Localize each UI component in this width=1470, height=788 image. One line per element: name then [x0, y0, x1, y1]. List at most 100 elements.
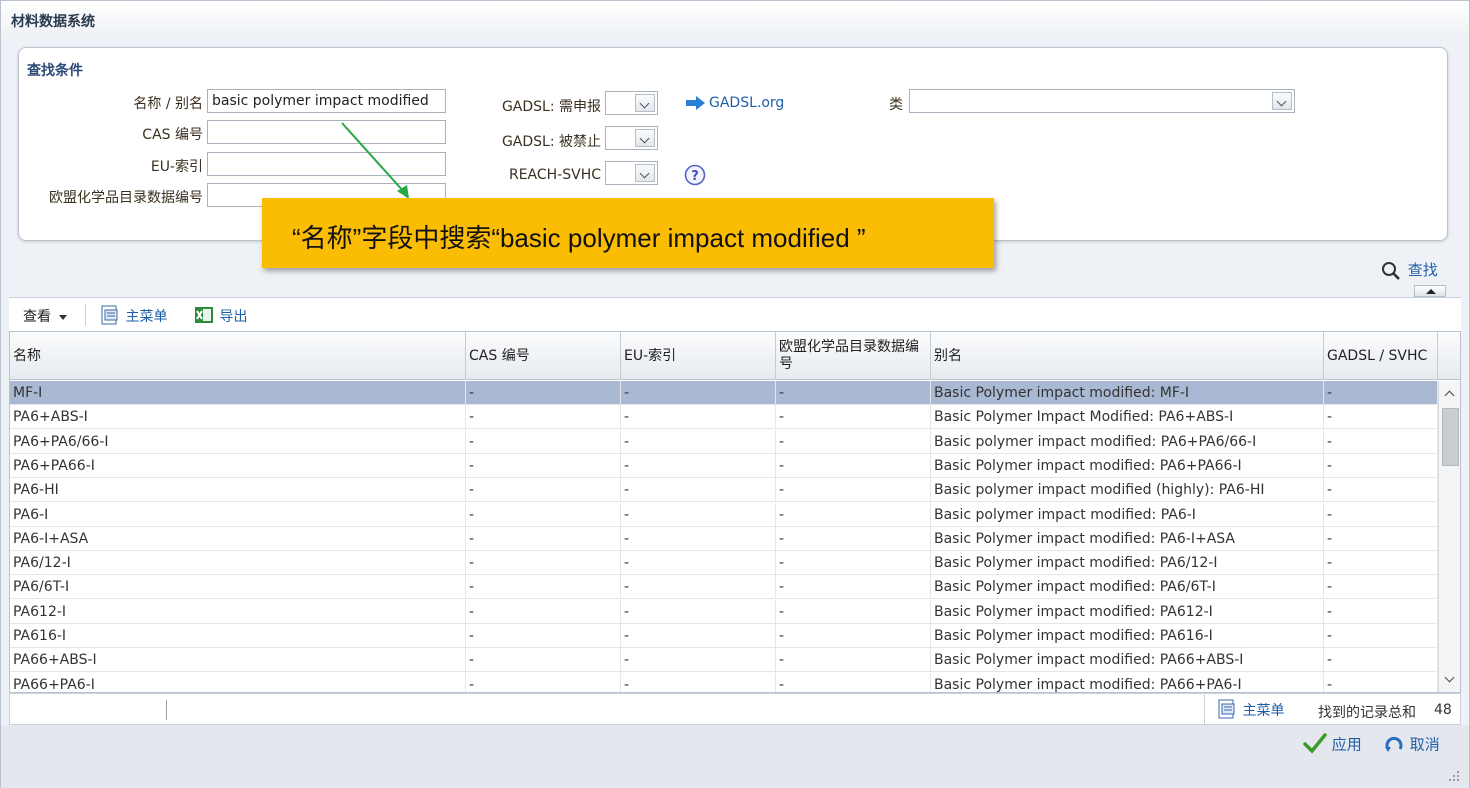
cell-cas: - — [466, 429, 621, 454]
records-found-label: 找到的记录总和 — [1318, 705, 1416, 721]
cell-cas: - — [466, 672, 621, 692]
table-row[interactable]: PA6/6T-I - - - Basic Polymer impact modified… — [10, 575, 1440, 600]
cell-gadsl-svhc: - — [1324, 672, 1438, 692]
table-row[interactable]: PA6-I+ASA - - - Basic Polymer impact modifie… — [10, 526, 1440, 551]
cell-ec-number: - — [776, 502, 931, 527]
vertical-scrollbar[interactable] — [1438, 381, 1460, 692]
status-divider — [166, 700, 167, 720]
find-label: 查找 — [1407, 261, 1438, 279]
cell-ec-number: - — [776, 453, 931, 478]
column-header-eu-index[interactable]: EU-索引 — [621, 332, 776, 380]
scroll-down-icon[interactable] — [1443, 673, 1457, 687]
apply-button[interactable]: 应用 — [1303, 732, 1362, 758]
cell-alias: Basic Polymer impact modified: PA66+ABS-… — [931, 648, 1324, 673]
table-row[interactable]: PA66+ABS-I - - - Basic Polymer impact modifi… — [10, 648, 1440, 673]
reach-svhc-label: REACH-SVHC — [508, 167, 601, 183]
toolbar-divider — [85, 304, 86, 326]
table-row[interactable]: PA66+PA6-I - - - Basic Polymer impact modifi… — [10, 672, 1440, 692]
cell-gadsl-svhc: - — [1324, 405, 1438, 430]
table-row[interactable]: PA616-I - - - Basic Polymer impact modified:… — [10, 624, 1440, 648]
column-header-gadsl-svhc[interactable]: GADSL / SVHC — [1324, 332, 1438, 380]
cell-gadsl-svhc: - — [1324, 381, 1438, 405]
annotation-arrow — [337, 119, 417, 203]
cell-ec-number: - — [776, 551, 931, 576]
cell-name: PA6+ABS-I — [10, 405, 466, 430]
cell-ec-number: - — [776, 648, 931, 673]
collapse-search-button[interactable] — [1414, 285, 1446, 297]
menu-document-icon — [99, 304, 121, 330]
class-label: 类 — [889, 97, 903, 113]
cell-name: PA616-I — [10, 624, 466, 648]
cell-eu-index: - — [621, 551, 776, 576]
gadsl-declare-select[interactable] — [605, 91, 658, 115]
view-menu-label: 查看 — [23, 309, 51, 325]
cell-eu-index: - — [621, 648, 776, 673]
column-header-cas[interactable]: CAS 编号 — [466, 332, 621, 380]
cell-ec-number: - — [776, 672, 931, 692]
column-header-name[interactable]: 名称 — [10, 332, 466, 380]
cancel-label: 取消 — [1409, 735, 1440, 754]
cell-gadsl-svhc: - — [1324, 648, 1438, 673]
cell-gadsl-svhc: - — [1324, 502, 1438, 527]
chevron-down-icon[interactable] — [1272, 92, 1292, 110]
table-row[interactable]: PA6+ABS-I - - - Basic Polymer Impact Modifie… — [10, 405, 1440, 430]
table-row[interactable]: PA6-I - - - Basic polymer impact modified: P… — [10, 502, 1440, 527]
title-bar: 材料数据系统 — [1, 1, 1469, 37]
resize-grip-icon[interactable] — [1447, 769, 1461, 783]
scroll-up-icon[interactable] — [1443, 387, 1457, 401]
class-select[interactable] — [909, 89, 1295, 113]
column-header-alias[interactable]: 别名 — [931, 332, 1324, 380]
cell-alias: Basic Polymer impact modified: PA6+PA66-… — [931, 453, 1324, 478]
table-row[interactable]: PA6+PA6/66-I - - - Basic polymer impact modi… — [10, 429, 1440, 454]
status-divider — [1204, 694, 1205, 726]
cell-alias: Basic Polymer Impact Modified: PA6+ABS-I — [931, 405, 1324, 430]
cell-eu-index: - — [621, 526, 776, 551]
cas-label: CAS 编号 — [142, 127, 203, 143]
cell-name: PA6+PA6/66-I — [10, 429, 466, 454]
table-row[interactable]: MF-I - - - Basic Polymer impact modified: MF… — [10, 381, 1440, 405]
callout-text: “名称”字段中搜索“basic polymer impact modified … — [292, 223, 866, 253]
table-row[interactable]: PA6/12-I - - - Basic Polymer impact modified… — [10, 551, 1440, 576]
gadsl-org-link[interactable]: GADSL.org — [709, 95, 784, 111]
main-menu-button[interactable]: 主菜单 — [99, 304, 167, 330]
arrow-right-icon — [685, 95, 707, 111]
chevron-down-icon[interactable] — [635, 94, 655, 112]
table-row[interactable]: PA6+PA66-I - - - Basic Polymer impact modifi… — [10, 453, 1440, 478]
gadsl-prohibited-select[interactable] — [605, 126, 658, 150]
name-alias-input[interactable] — [207, 89, 446, 113]
chevron-down-icon[interactable] — [635, 164, 655, 182]
window-title: 材料数据系统 — [11, 14, 95, 30]
cell-cas: - — [466, 551, 621, 576]
find-button[interactable]: 查找 — [1381, 259, 1438, 281]
scroll-thumb[interactable] — [1442, 408, 1459, 466]
cell-alias: Basic Polymer impact modified: PA616-I — [931, 624, 1324, 648]
cell-gadsl-svhc: - — [1324, 453, 1438, 478]
cell-name: PA6-I+ASA — [10, 526, 466, 551]
table-row[interactable]: PA612-I - - - Basic Polymer impact modified:… — [10, 599, 1440, 624]
gadsl-prohibited-label: GADSL: 被禁止 — [501, 134, 601, 150]
reach-svhc-select[interactable] — [605, 161, 658, 185]
annotation-callout: “名称”字段中搜索“basic polymer impact modified … — [262, 198, 994, 268]
help-icon[interactable]: ? — [684, 164, 706, 186]
cell-ec-number: - — [776, 478, 931, 503]
cell-name: PA6-I — [10, 502, 466, 527]
cancel-button[interactable]: 取消 — [1383, 732, 1440, 758]
search-panel-header: 查找条件 — [27, 63, 83, 79]
gadsl-declare-label: GADSL: 需申报 — [501, 99, 601, 115]
cell-alias: Basic polymer impact modified: PA6+PA6/6… — [931, 429, 1324, 454]
menu-document-icon — [1216, 698, 1238, 724]
table-row[interactable]: PA6-HI - - - Basic polymer impact modified (… — [10, 478, 1440, 503]
status-main-menu-button[interactable]: 主菜单 — [1216, 698, 1284, 724]
cell-gadsl-svhc: - — [1324, 429, 1438, 454]
cell-cas: - — [466, 405, 621, 430]
chevron-down-icon[interactable] — [635, 129, 655, 147]
table-header: 名称 CAS 编号 EU-索引 欧盟化学品目录数据编号 别名 GADSL / S… — [10, 332, 1460, 380]
export-button[interactable]: 导出 — [193, 304, 247, 330]
checkmark-icon — [1303, 732, 1327, 758]
cell-eu-index: - — [621, 502, 776, 527]
column-header-ec-number[interactable]: 欧盟化学品目录数据编号 — [776, 332, 931, 380]
cell-eu-index: - — [621, 624, 776, 648]
view-menu-button[interactable]: 查看 — [23, 306, 68, 326]
cell-gadsl-svhc: - — [1324, 526, 1438, 551]
cell-name: PA6+PA66-I — [10, 453, 466, 478]
